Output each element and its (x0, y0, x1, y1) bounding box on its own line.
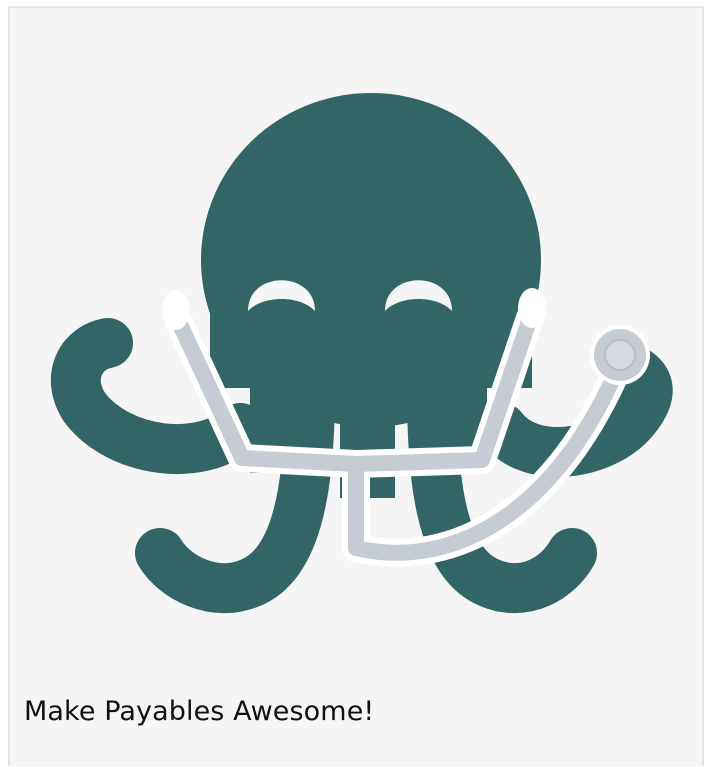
octopus-stethoscope-logo (50, 93, 673, 614)
card-caption: Make Payables Awesome! (24, 696, 375, 727)
image-card: Make Payables Awesome! (8, 6, 704, 766)
